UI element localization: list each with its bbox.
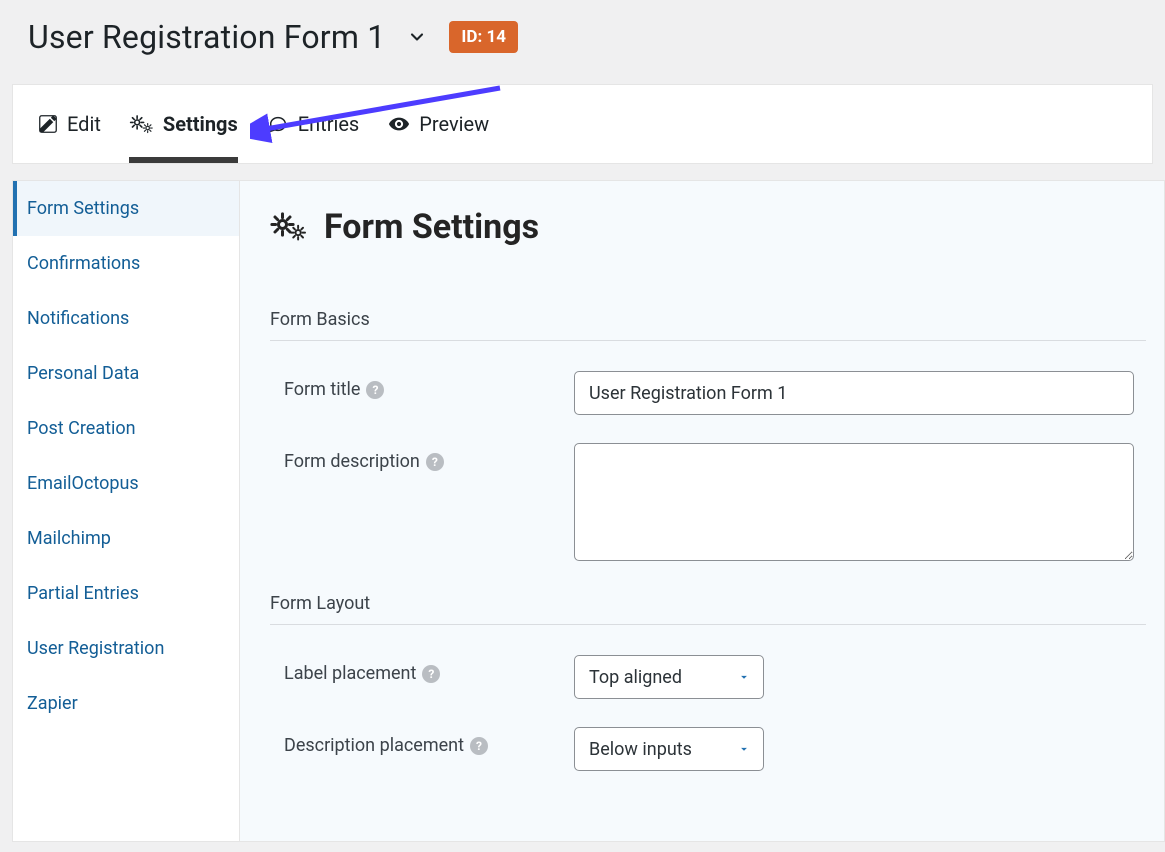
sidebar-item-label: Confirmations [27, 253, 140, 274]
tab-label: Edit [67, 112, 101, 136]
sidebar-item-label: Personal Data [27, 363, 139, 384]
tab-settings[interactable]: Settings [129, 85, 238, 163]
id-badge: ID: 14 [449, 21, 518, 53]
help-icon[interactable]: ? [470, 737, 488, 755]
field-form-description: Form description ? [270, 443, 1146, 561]
tab-label: Entries [298, 112, 360, 136]
tab-preview[interactable]: Preview [387, 85, 489, 163]
label-text: Form title [284, 379, 360, 400]
section-title-basics: Form Basics [270, 309, 1146, 341]
section-title-layout: Form Layout [270, 593, 1146, 625]
workspace: Form Settings Confirmations Notification… [12, 180, 1165, 842]
sidebar-item-form-settings[interactable]: Form Settings [13, 181, 239, 236]
field-label: Label placement ? [284, 655, 574, 684]
sidebar-item-emailoctopus[interactable]: EmailOctopus [13, 456, 239, 511]
sidebar-item-confirmations[interactable]: Confirmations [13, 236, 239, 291]
help-icon[interactable]: ? [366, 381, 384, 399]
field-label: Form description ? [284, 443, 574, 472]
page-heading: Form Settings [270, 207, 1146, 247]
description-placement-select[interactable]: Below inputs [574, 727, 764, 771]
help-icon[interactable]: ? [422, 665, 440, 683]
field-label: Description placement ? [284, 727, 574, 756]
settings-content: Form Settings Form Basics Form title ? F… [240, 180, 1165, 842]
sidebar-item-post-creation[interactable]: Post Creation [13, 401, 239, 456]
edit-icon [37, 113, 59, 135]
sidebar-item-label: Partial Entries [27, 583, 139, 604]
form-description-input[interactable] [574, 443, 1134, 561]
tab-edit[interactable]: Edit [37, 85, 101, 163]
sidebar-item-mailchimp[interactable]: Mailchimp [13, 511, 239, 566]
field-form-title: Form title ? [270, 371, 1146, 415]
tabs-bar: Edit Settings Entries Preview [12, 84, 1153, 164]
label-placement-select[interactable]: Top aligned [574, 655, 764, 699]
label-text: Label placement [284, 663, 416, 684]
sidebar-item-label: Zapier [27, 693, 78, 714]
sidebar-item-user-registration[interactable]: User Registration [13, 621, 239, 676]
tab-label: Settings [163, 112, 238, 136]
sidebar-item-label: Mailchimp [27, 528, 111, 549]
form-title-input[interactable] [574, 371, 1134, 415]
field-label: Form title ? [284, 371, 574, 400]
tab-entries[interactable]: Entries [266, 85, 360, 163]
help-icon[interactable]: ? [426, 453, 444, 471]
sidebar-item-label: Post Creation [27, 418, 136, 439]
label-text: Form description [284, 451, 420, 472]
tab-label: Preview [419, 112, 489, 136]
field-description-placement: Description placement ? Below inputs [270, 727, 1146, 771]
chat-icon [266, 113, 290, 135]
sidebar-item-notifications[interactable]: Notifications [13, 291, 239, 346]
form-title: User Registration Form 1 [28, 18, 385, 56]
sidebar-item-label: Form Settings [27, 198, 139, 219]
field-label-placement: Label placement ? Top aligned [270, 655, 1146, 699]
sidebar-item-personal-data[interactable]: Personal Data [13, 346, 239, 401]
eye-icon [387, 113, 411, 135]
gears-icon [270, 209, 310, 245]
chevron-down-icon[interactable] [407, 27, 427, 47]
page-heading-text: Form Settings [324, 207, 539, 247]
sidebar-item-label: User Registration [27, 638, 164, 659]
label-text: Description placement [284, 735, 464, 756]
sidebar-item-partial-entries[interactable]: Partial Entries [13, 566, 239, 621]
sidebar-item-label: EmailOctopus [27, 473, 139, 494]
gears-icon [129, 113, 155, 135]
sidebar-item-zapier[interactable]: Zapier [13, 676, 239, 731]
sidebar-item-label: Notifications [27, 308, 129, 329]
title-bar: User Registration Form 1 ID: 14 [0, 0, 1165, 84]
settings-sidebar: Form Settings Confirmations Notification… [12, 180, 240, 842]
